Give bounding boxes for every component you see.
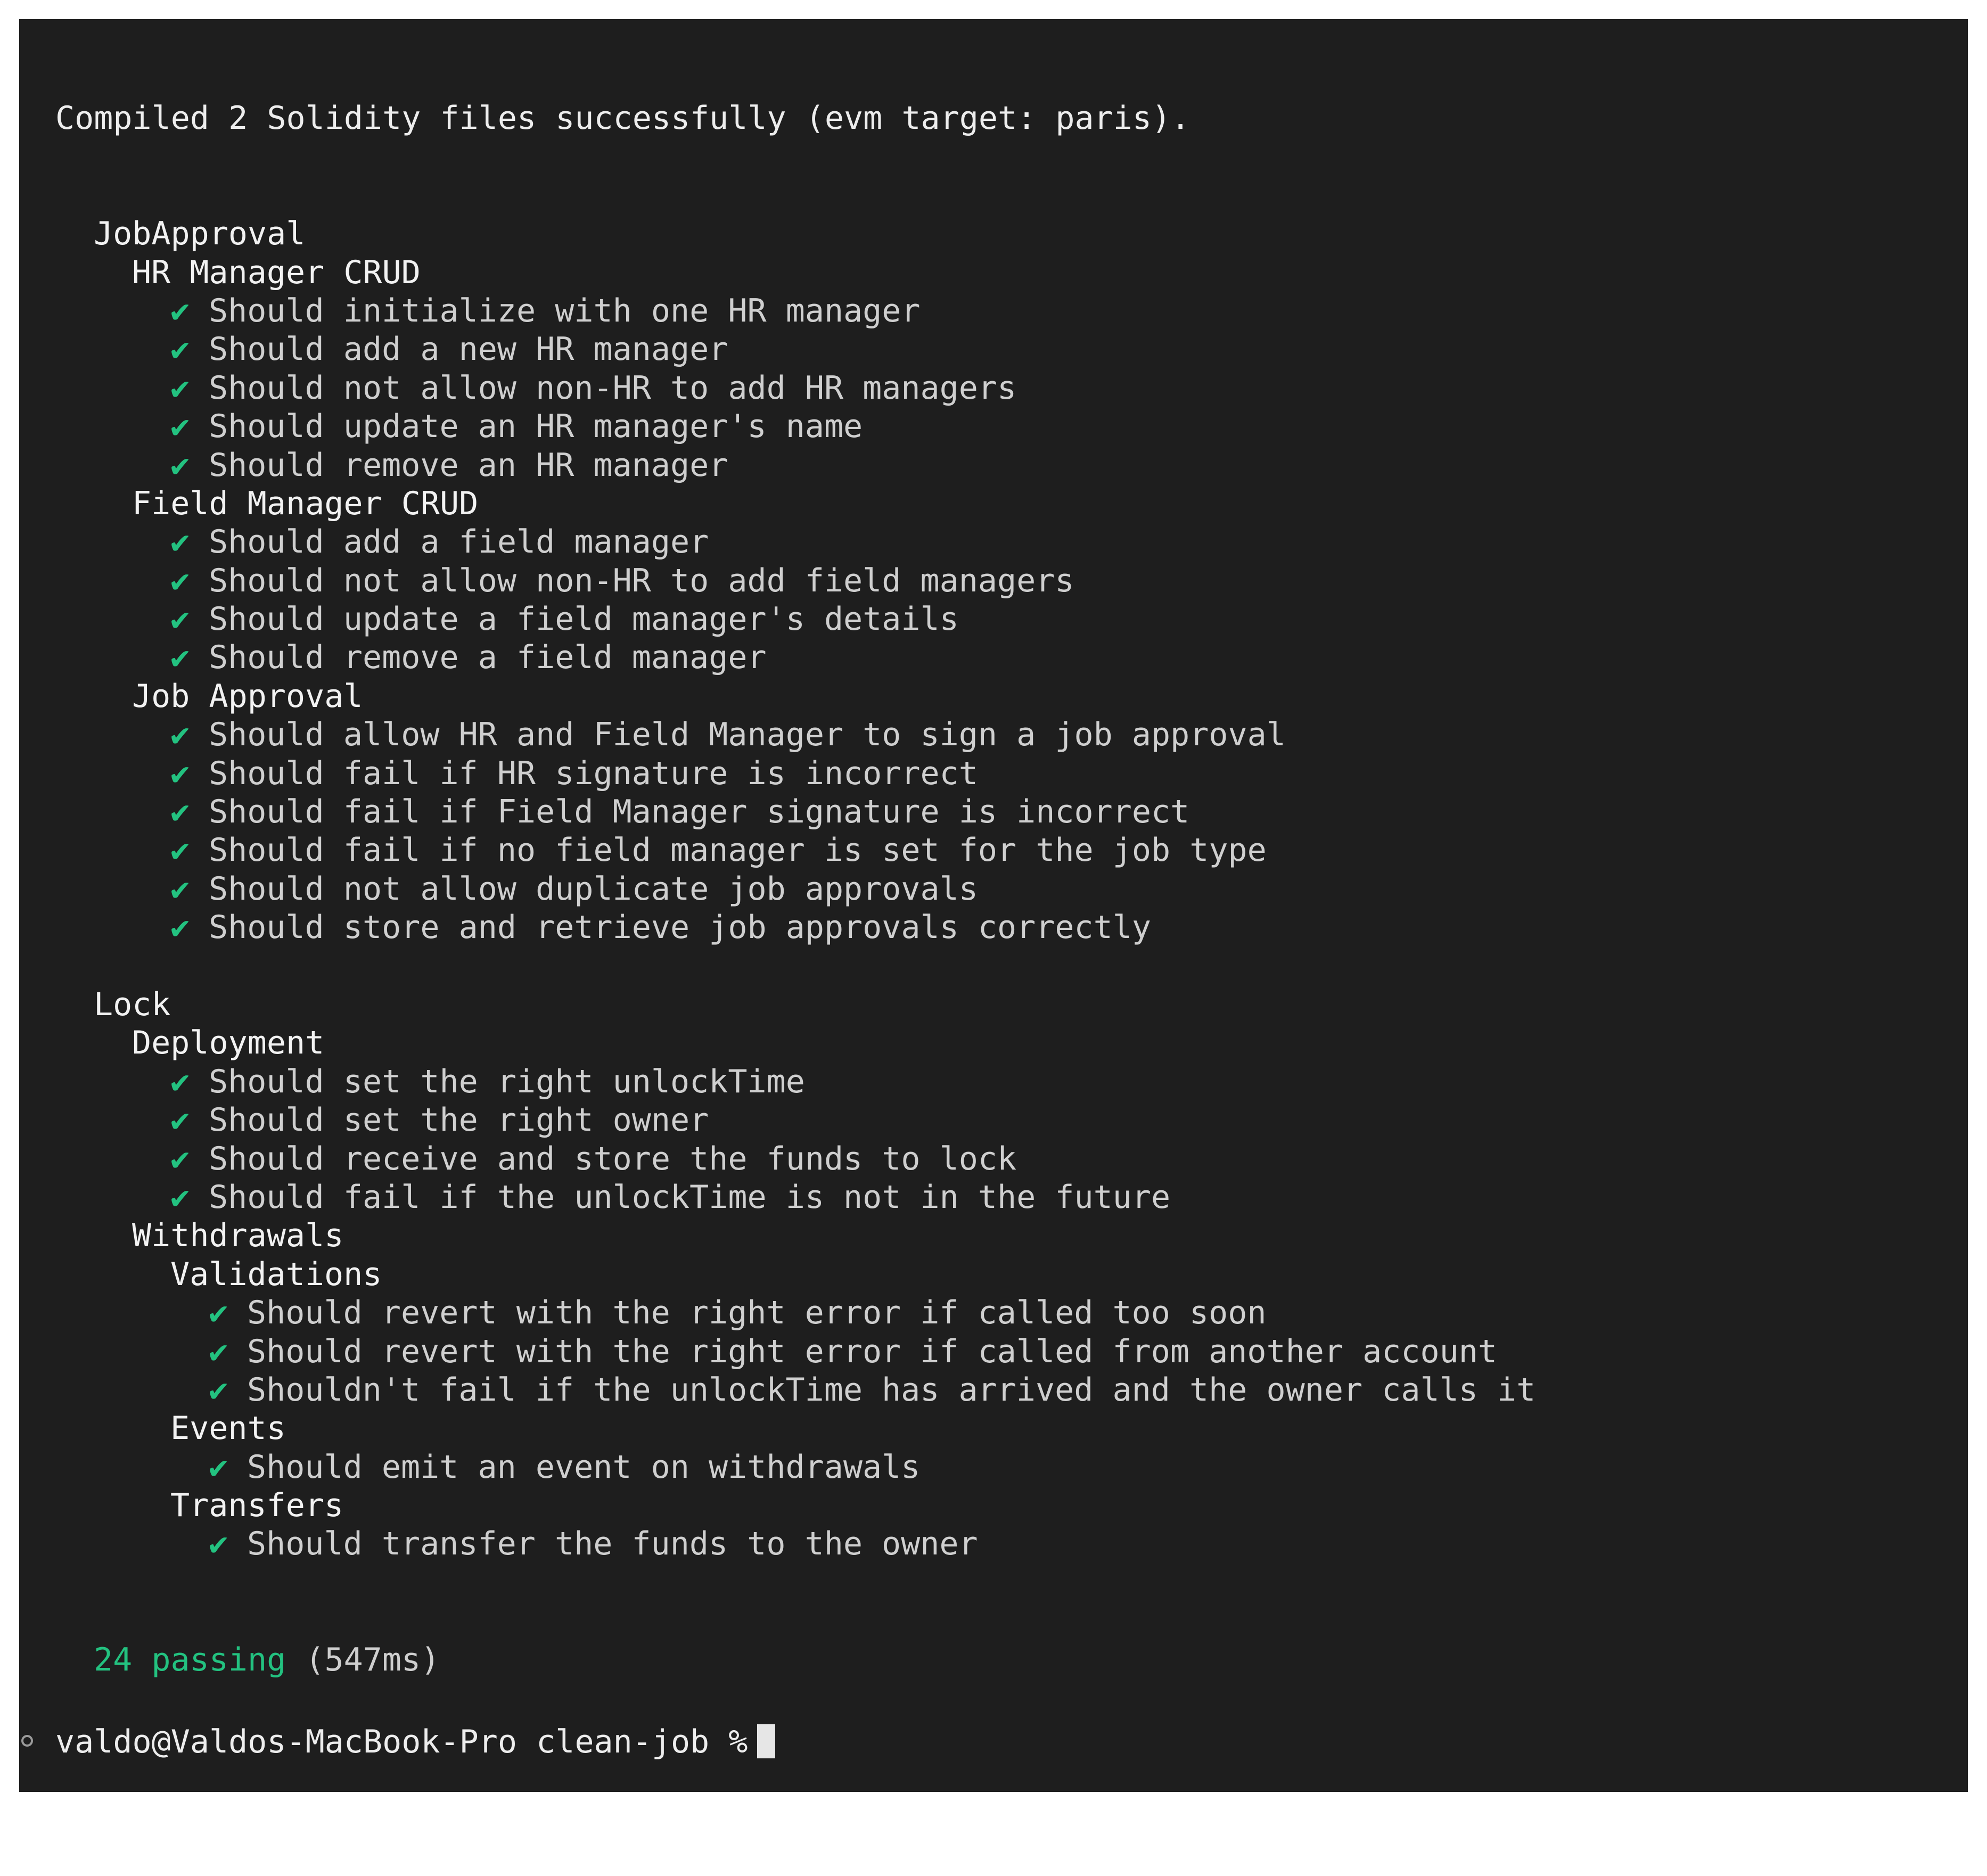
test-result: ✔ Should add a field manager xyxy=(19,523,1536,561)
test-result: ✔ Shouldn't fail if the unlockTime has ar… xyxy=(19,1371,1536,1409)
test-name: Should not allow non-HR to add HR manage… xyxy=(209,369,1017,407)
cursor-block-icon xyxy=(757,1724,776,1759)
terminal-output: Compiled 2 Solidity files successfully (… xyxy=(19,99,1536,1679)
group-title: Field Manager CRUD xyxy=(132,484,479,522)
group-title: Deployment xyxy=(132,1024,325,1062)
test-name: Shouldn't fail if the unlockTime has arr… xyxy=(247,1371,1536,1409)
test-name: Should emit an event on withdrawals xyxy=(247,1448,921,1486)
checkmark-icon: ✔ xyxy=(170,793,190,831)
test-result: ✔ Should allow HR and Field Manager to si… xyxy=(19,715,1536,754)
passing-duration: (547ms) xyxy=(305,1641,440,1678)
test-name: Should not allow duplicate job approvals xyxy=(209,870,978,908)
subgroup-title: Transfers xyxy=(170,1487,344,1525)
test-name: Should allow HR and Field Manager to sig… xyxy=(209,716,1286,754)
test-result: ✔ Should receive and store the funds to l… xyxy=(19,1140,1536,1178)
test-name: Should fail if HR signature is incorrect xyxy=(209,754,978,792)
group-title: Withdrawals xyxy=(132,1217,344,1255)
checkmark-icon: ✔ xyxy=(209,1294,228,1332)
passing-count: 24 passing xyxy=(94,1641,286,1678)
checkmark-icon: ✔ xyxy=(170,1178,190,1216)
test-name: Should revert with the right error if ca… xyxy=(247,1294,1267,1332)
test-result: ✔ Should fail if HR signature is incorrec… xyxy=(19,754,1536,793)
test-name: Should revert with the right error if ca… xyxy=(247,1332,1497,1370)
test-result: ✔ Should set the right unlockTime xyxy=(19,1063,1536,1101)
test-name: Should set the right owner xyxy=(209,1101,709,1139)
checkmark-icon: ✔ xyxy=(170,1063,190,1100)
group-title: HR Manager CRUD xyxy=(132,253,421,291)
test-result: ✔ Should fail if no field manager is set … xyxy=(19,831,1536,869)
checkmark-icon: ✔ xyxy=(170,1140,190,1178)
shell-prompt[interactable]: valdo@Valdos-MacBook-Pro clean-job % xyxy=(19,1723,776,1761)
test-result: ✔ Should remove a field manager xyxy=(19,638,1536,677)
test-name: Should transfer the funds to the owner xyxy=(247,1525,978,1563)
test-result: ✔ Should set the right owner xyxy=(19,1101,1536,1139)
test-result: ✔ Should revert with the right error if c… xyxy=(19,1294,1536,1332)
test-name: Should fail if Field Manager signature i… xyxy=(209,793,1190,831)
test-name: Should not allow non-HR to add field man… xyxy=(209,562,1074,599)
test-result: ✔ Should update an HR manager's name xyxy=(19,407,1536,446)
test-name: Should store and retrieve job approvals … xyxy=(209,909,1152,947)
test-result: ✔ Should fail if Field Manager signature … xyxy=(19,793,1536,831)
test-result: ✔ Should add a new HR manager xyxy=(19,330,1536,368)
test-result: ✔ Should not allow non-HR to add field ma… xyxy=(19,562,1536,600)
prompt-text: valdo@Valdos-MacBook-Pro clean-job % xyxy=(55,1723,748,1760)
checkmark-icon: ✔ xyxy=(170,369,190,407)
test-name: Should update a field manager's details xyxy=(209,600,959,638)
test-result: ✔ Should emit an event on withdrawals xyxy=(19,1448,1536,1486)
test-name: Should receive and store the funds to lo… xyxy=(209,1140,1017,1178)
checkmark-icon: ✔ xyxy=(170,639,190,677)
test-name: Should fail if no field manager is set f… xyxy=(209,832,1267,869)
test-name: Should add a new HR manager xyxy=(209,331,728,368)
checkmark-icon: ✔ xyxy=(170,331,190,368)
prompt-line[interactable]: valdo@Valdos-MacBook-Pro clean-job % xyxy=(55,1723,776,1761)
checkmark-icon: ✔ xyxy=(170,562,190,599)
test-result: ✔ Should update a field manager's details xyxy=(19,600,1536,638)
test-result: ✔ Should initialize with one HR manager xyxy=(19,292,1536,330)
checkmark-icon: ✔ xyxy=(170,870,190,908)
test-name: Should remove a field manager xyxy=(209,639,767,677)
test-name: Should remove an HR manager xyxy=(209,446,728,484)
test-result: ✔ Should store and retrieve job approvals… xyxy=(19,908,1536,947)
checkmark-icon: ✔ xyxy=(209,1371,228,1409)
checkmark-icon: ✔ xyxy=(170,523,190,561)
suite-title: JobApproval xyxy=(94,215,306,253)
checkmark-icon: ✔ xyxy=(170,292,190,330)
checkmark-icon: ✔ xyxy=(170,1101,190,1139)
checkmark-icon: ✔ xyxy=(170,832,190,869)
test-result: ✔ Should remove an HR manager xyxy=(19,446,1536,484)
group-title: Job Approval xyxy=(132,677,363,715)
terminal-window[interactable]: Compiled 2 Solidity files successfully (… xyxy=(19,19,1968,1792)
test-name: Should set the right unlockTime xyxy=(209,1063,805,1100)
checkmark-icon: ✔ xyxy=(170,600,190,638)
test-result: ✔ Should not allow non-HR to add HR manag… xyxy=(19,369,1536,407)
checkmark-icon: ✔ xyxy=(209,1448,228,1486)
test-summary: 24 passing (547ms) xyxy=(19,1641,1536,1679)
prompt-status-circle-icon xyxy=(21,1735,33,1747)
test-result: ✔ Should fail if the unlockTime is not in… xyxy=(19,1178,1536,1216)
compile-message: Compiled 2 Solidity files successfully (… xyxy=(55,100,1190,137)
test-name: Should fail if the unlockTime is not in … xyxy=(209,1178,1171,1216)
checkmark-icon: ✔ xyxy=(170,716,190,754)
checkmark-icon: ✔ xyxy=(170,446,190,484)
test-result: ✔ Should transfer the funds to the owner xyxy=(19,1525,1536,1563)
checkmark-icon: ✔ xyxy=(209,1332,228,1370)
subgroup-title: Events xyxy=(170,1410,286,1447)
checkmark-icon: ✔ xyxy=(209,1525,228,1563)
test-name: Should update an HR manager's name xyxy=(209,408,863,446)
test-result: ✔ Should not allow duplicate job approval… xyxy=(19,870,1536,908)
subgroup-title: Validations xyxy=(170,1255,382,1293)
test-result: ✔ Should revert with the right error if c… xyxy=(19,1332,1536,1371)
checkmark-icon: ✔ xyxy=(170,408,190,446)
checkmark-icon: ✔ xyxy=(170,909,190,947)
checkmark-icon: ✔ xyxy=(170,754,190,792)
test-name: Should add a field manager xyxy=(209,523,709,561)
test-name: Should initialize with one HR manager xyxy=(209,292,921,330)
suite-title: Lock xyxy=(94,986,171,1023)
